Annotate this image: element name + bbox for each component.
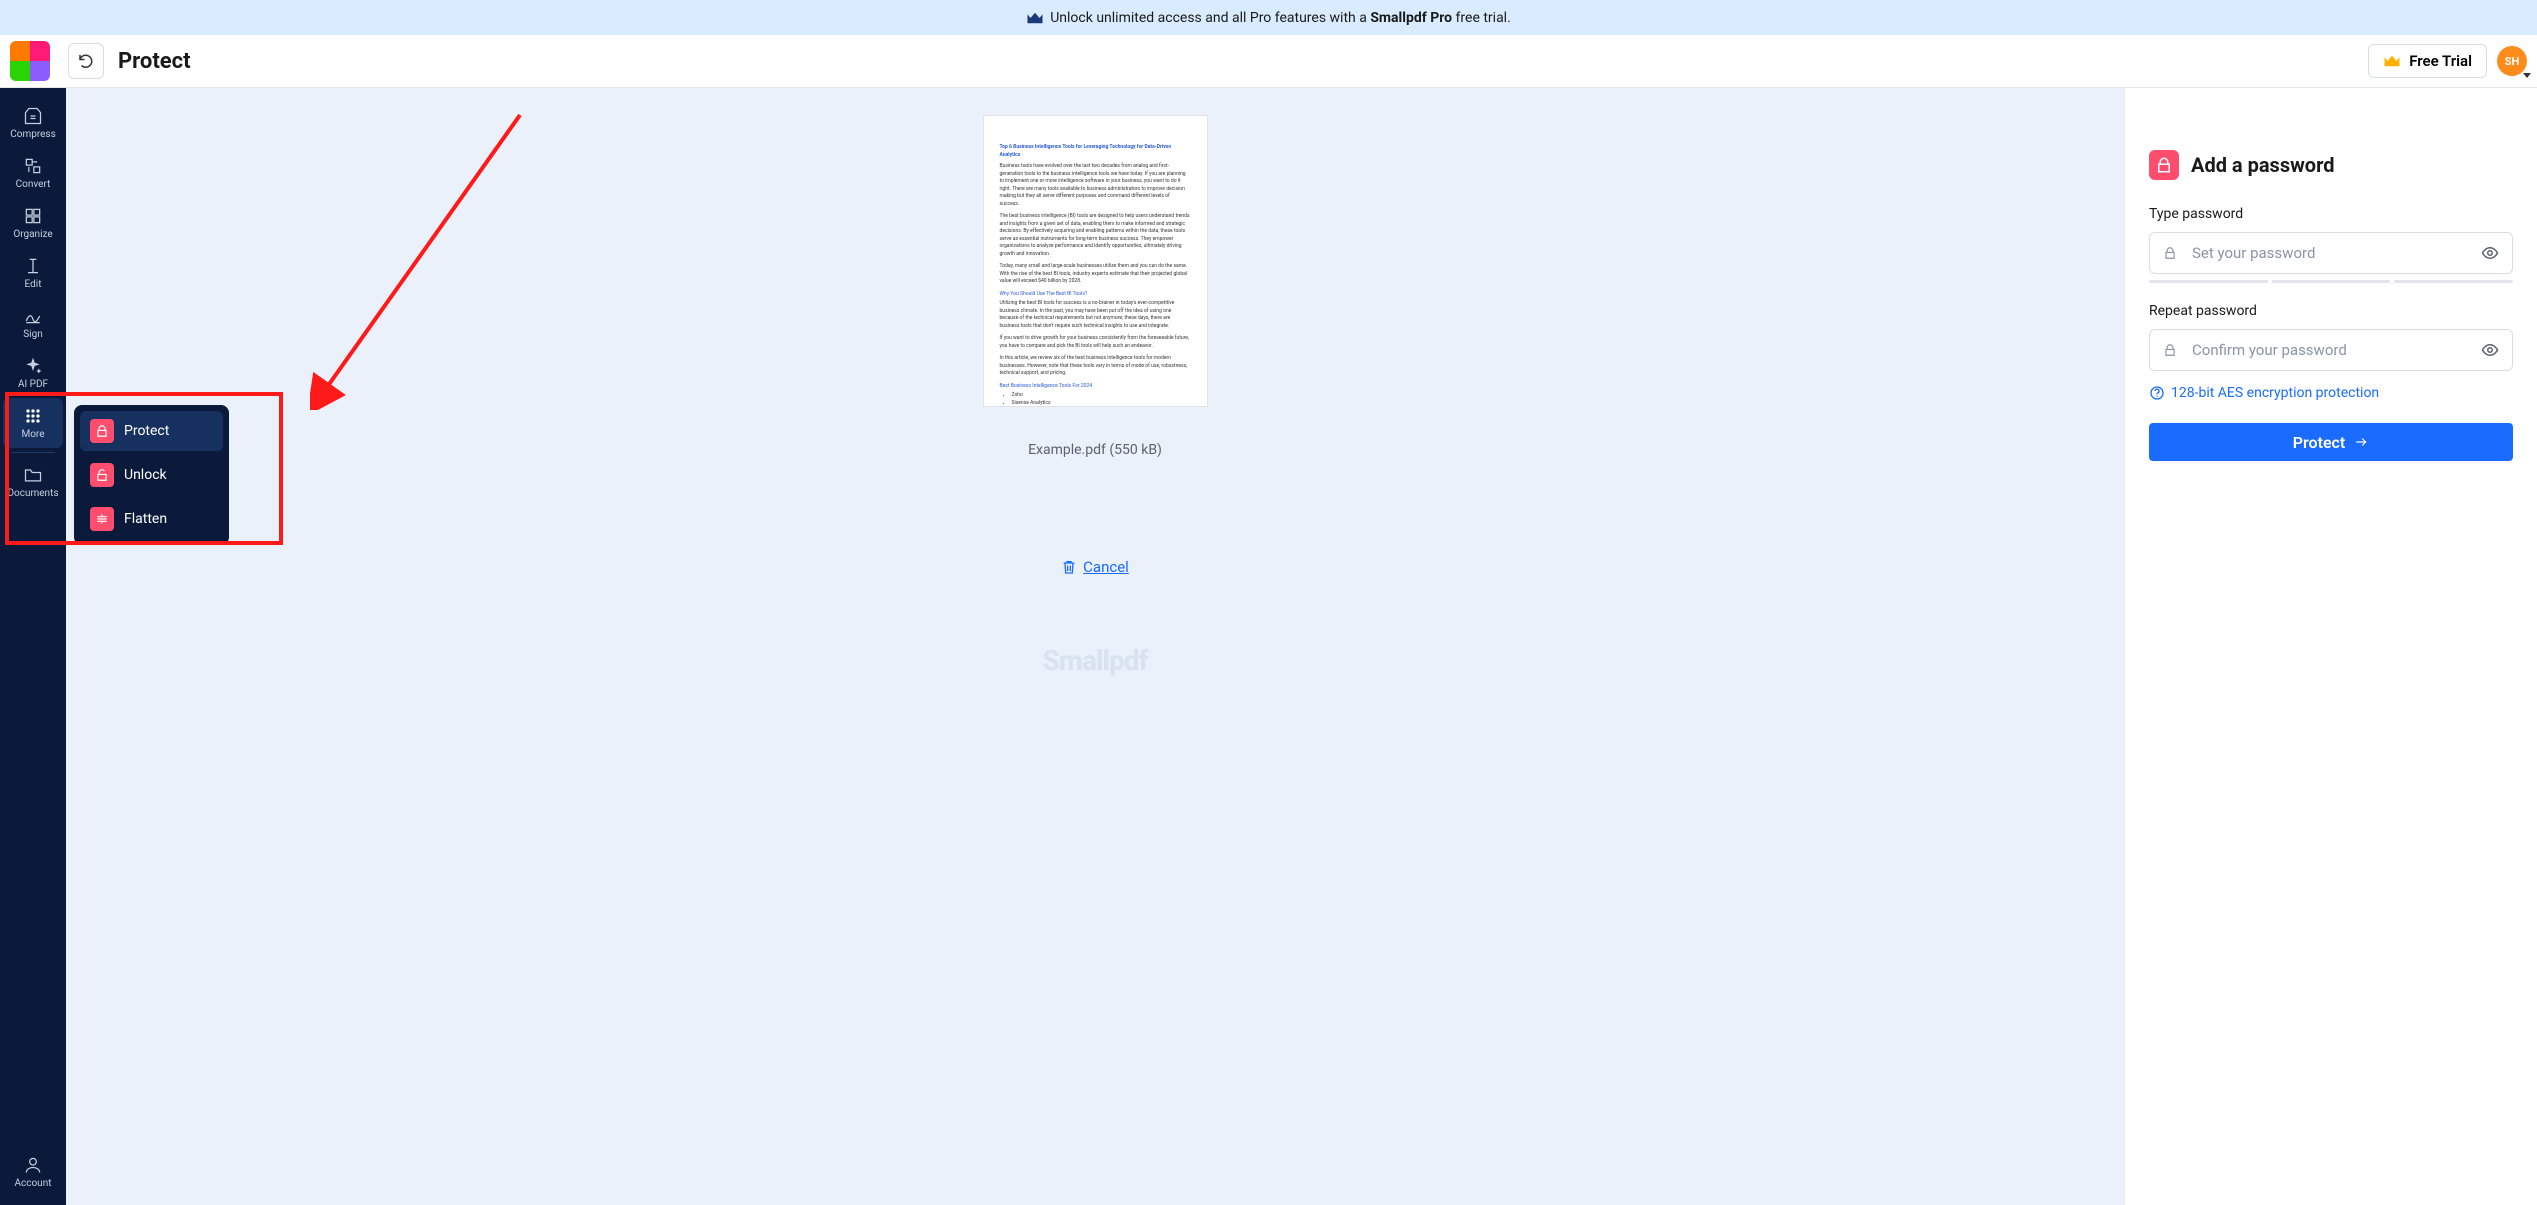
undo-button[interactable]	[68, 43, 104, 79]
grid-icon	[23, 406, 43, 426]
sidebar-item-label: Documents	[7, 488, 58, 499]
sidebar-item-account[interactable]: Account	[3, 1147, 63, 1197]
sidebar-item-organize[interactable]: Organize	[3, 198, 63, 248]
free-trial-button[interactable]: Free Trial	[2368, 44, 2487, 78]
promo-banner[interactable]: Unlock unlimited access and all Pro feat…	[0, 0, 2537, 35]
brand-watermark: Smallpdf	[1042, 644, 1147, 677]
file-size: (550 kB)	[1109, 442, 1162, 458]
free-trial-label: Free Trial	[2409, 52, 2472, 70]
panel-heading: Add a password	[2191, 153, 2334, 177]
sidebar-item-compress[interactable]: Compress	[3, 98, 63, 148]
person-icon	[23, 1155, 43, 1175]
more-menu: Protect Unlock Flatten	[74, 405, 229, 545]
document-thumbnail[interactable]: Top 6 Business Intelligence Tools for Le…	[984, 116, 1207, 406]
page-title: Protect	[118, 49, 191, 74]
folder-icon	[23, 465, 43, 485]
cancel-label: Cancel	[1083, 558, 1129, 576]
arrow-right-icon	[2353, 435, 2369, 449]
sidebar-item-label: AI PDF	[18, 379, 48, 390]
sidebar-item-edit[interactable]: Edit	[3, 248, 63, 298]
more-menu-label: Unlock	[124, 467, 167, 483]
more-menu-label: Flatten	[124, 511, 167, 527]
crown-icon	[1026, 11, 1044, 25]
flatten-icon	[90, 507, 114, 531]
convert-icon	[23, 156, 43, 176]
cancel-button[interactable]: Cancel	[1061, 558, 1129, 576]
sidebar-item-documents[interactable]: Documents	[3, 457, 63, 507]
sidebar-separator	[11, 452, 55, 453]
eye-icon[interactable]	[2481, 341, 2499, 359]
edit-icon	[23, 256, 43, 276]
sidebar-item-label: Organize	[13, 229, 52, 240]
trash-icon	[1061, 558, 1077, 576]
compress-icon	[23, 106, 43, 126]
sidebar-item-label: Compress	[10, 129, 56, 140]
lock-icon	[90, 419, 114, 443]
sidebar-item-sign[interactable]: Sign	[3, 298, 63, 348]
type-password-label: Type password	[2149, 206, 2513, 222]
more-menu-label: Protect	[124, 423, 169, 439]
sidebar: Compress Convert Organize Edit Sign AI P…	[0, 88, 66, 1205]
lock-icon	[2163, 343, 2177, 357]
document-canvas: Top 6 Business Intelligence Tools for Le…	[66, 88, 2124, 1205]
eye-icon[interactable]	[2481, 244, 2499, 262]
sidebar-item-aipdf[interactable]: AI PDF	[3, 348, 63, 398]
more-menu-unlock[interactable]: Unlock	[80, 455, 223, 495]
lock-icon	[2149, 150, 2179, 180]
sidebar-item-convert[interactable]: Convert	[3, 148, 63, 198]
organize-icon	[23, 206, 43, 226]
unlock-icon	[90, 463, 114, 487]
more-menu-flatten[interactable]: Flatten	[80, 499, 223, 539]
protect-button[interactable]: Protect	[2149, 423, 2513, 461]
sign-icon	[23, 306, 43, 326]
app-logo[interactable]	[10, 41, 50, 81]
avatar[interactable]: SH	[2497, 46, 2527, 76]
sidebar-item-label: Account	[14, 1178, 51, 1189]
repeat-password-input[interactable]	[2149, 329, 2513, 371]
promo-text: Unlock unlimited access and all Pro feat…	[1050, 10, 1511, 26]
sidebar-item-more[interactable]: More	[3, 398, 63, 448]
password-panel: Add a password Type password Repeat pass…	[2124, 88, 2537, 1205]
sidebar-item-label: Convert	[16, 179, 51, 190]
repeat-password-label: Repeat password	[2149, 303, 2513, 319]
undo-icon	[77, 52, 95, 70]
sidebar-item-label: More	[21, 429, 44, 440]
question-icon	[2149, 385, 2165, 401]
more-menu-protect[interactable]: Protect	[80, 411, 223, 451]
encryption-note-text: 128-bit AES encryption protection	[2171, 385, 2379, 401]
type-password-input[interactable]	[2149, 232, 2513, 274]
sidebar-item-label: Sign	[23, 329, 43, 340]
crown-icon	[2383, 54, 2401, 68]
file-caption: Example.pdf (550 kB)	[1028, 442, 1162, 458]
lock-icon	[2163, 246, 2177, 260]
password-strength-meter	[2149, 280, 2513, 283]
sparkle-icon	[23, 356, 43, 376]
sidebar-item-label: Edit	[25, 279, 42, 290]
topbar: Protect Free Trial SH	[0, 35, 2537, 88]
file-name: Example.pdf	[1028, 442, 1106, 458]
encryption-note: 128-bit AES encryption protection	[2149, 385, 2513, 401]
protect-button-label: Protect	[2293, 433, 2346, 452]
